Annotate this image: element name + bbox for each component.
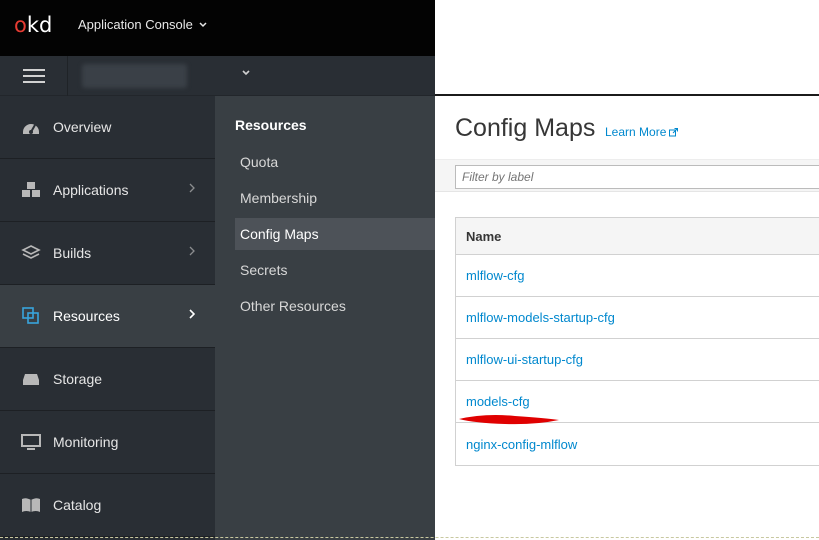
resources-icon xyxy=(20,305,42,327)
nav-item-label: Applications xyxy=(53,182,129,198)
chevron-right-icon xyxy=(189,183,195,193)
cubes-icon xyxy=(20,179,42,201)
project-bar xyxy=(0,56,435,96)
nav-item-catalog[interactable]: Catalog xyxy=(0,474,215,537)
primary-nav: Overview Applications Builds Resources S… xyxy=(0,96,215,540)
application-console-dropdown[interactable]: Application Console xyxy=(78,17,207,32)
table-row: mlflow-ui-startup-cfg xyxy=(456,339,819,381)
chevron-right-icon xyxy=(189,309,195,319)
chevron-down-icon[interactable] xyxy=(241,69,251,77)
config-map-link[interactable]: mlflow-ui-startup-cfg xyxy=(466,352,583,367)
filter-toolbar xyxy=(435,160,819,192)
hamburger-menu-button[interactable] xyxy=(0,56,68,96)
book-icon xyxy=(20,494,42,516)
subnav-item-config-maps[interactable]: Config Maps xyxy=(235,218,435,250)
nav-item-storage[interactable]: Storage xyxy=(0,348,215,411)
subnav-item-quota[interactable]: Quota xyxy=(235,146,435,178)
column-header-name[interactable]: Name xyxy=(456,218,819,255)
config-maps-table: Name mlflow-cfg mlflow-models-startup-cf… xyxy=(455,217,819,466)
hamburger-icon xyxy=(22,69,45,83)
config-map-link[interactable]: mlflow-cfg xyxy=(466,268,525,283)
nav-item-label: Resources xyxy=(53,308,120,324)
page-title: Config Maps xyxy=(455,114,596,142)
subnav-item-membership[interactable]: Membership xyxy=(235,182,435,214)
nav-item-label: Overview xyxy=(53,119,112,135)
nav-item-builds[interactable]: Builds xyxy=(0,222,215,285)
nav-item-label: Monitoring xyxy=(53,434,119,450)
table-row: mlflow-cfg xyxy=(456,255,819,297)
config-map-link[interactable]: models-cfg xyxy=(466,394,530,409)
secondary-nav: Resources Quota Membership Config Maps S… xyxy=(215,96,435,540)
chevron-right-icon xyxy=(189,246,195,256)
page-bottom-edge xyxy=(0,537,819,538)
chevron-down-icon xyxy=(199,22,207,28)
nav-item-applications[interactable]: Applications xyxy=(0,159,215,222)
learn-more-link[interactable]: Learn More xyxy=(605,125,679,139)
config-map-link[interactable]: nginx-config-mlflow xyxy=(466,437,577,452)
nav-item-label: Storage xyxy=(53,371,103,387)
learn-more-label: Learn More xyxy=(605,125,667,139)
masthead: okd Application Console xyxy=(0,0,435,56)
subnav-item-secrets[interactable]: Secrets xyxy=(235,254,435,286)
filter-by-label-input[interactable] xyxy=(455,165,819,189)
external-link-icon xyxy=(669,127,679,136)
okd-logo[interactable]: okd xyxy=(14,13,52,37)
layers-icon xyxy=(20,242,42,264)
table-row: nginx-config-mlflow xyxy=(456,423,819,465)
app-switcher-label: Application Console xyxy=(78,17,193,32)
nav-item-label: Builds xyxy=(53,245,92,261)
nav-item-overview[interactable]: Overview xyxy=(0,96,215,159)
secondary-nav-title: Resources xyxy=(235,117,307,133)
nav-item-monitoring[interactable]: Monitoring xyxy=(0,411,215,474)
subnav-item-other-resources[interactable]: Other Resources xyxy=(235,290,435,322)
storage-icon xyxy=(20,368,42,390)
config-map-link[interactable]: mlflow-models-startup-cfg xyxy=(466,310,615,325)
nav-item-label: Catalog xyxy=(53,497,102,513)
main-content: Config Maps Learn More Name mlflow-cfg m… xyxy=(435,96,819,540)
red-annotation-underline xyxy=(459,415,559,425)
dashboard-icon xyxy=(20,116,42,138)
table-row: mlflow-models-startup-cfg xyxy=(456,297,819,339)
nav-item-resources[interactable]: Resources xyxy=(0,285,215,348)
monitor-icon xyxy=(20,431,42,453)
project-selector-redacted[interactable] xyxy=(82,64,187,88)
